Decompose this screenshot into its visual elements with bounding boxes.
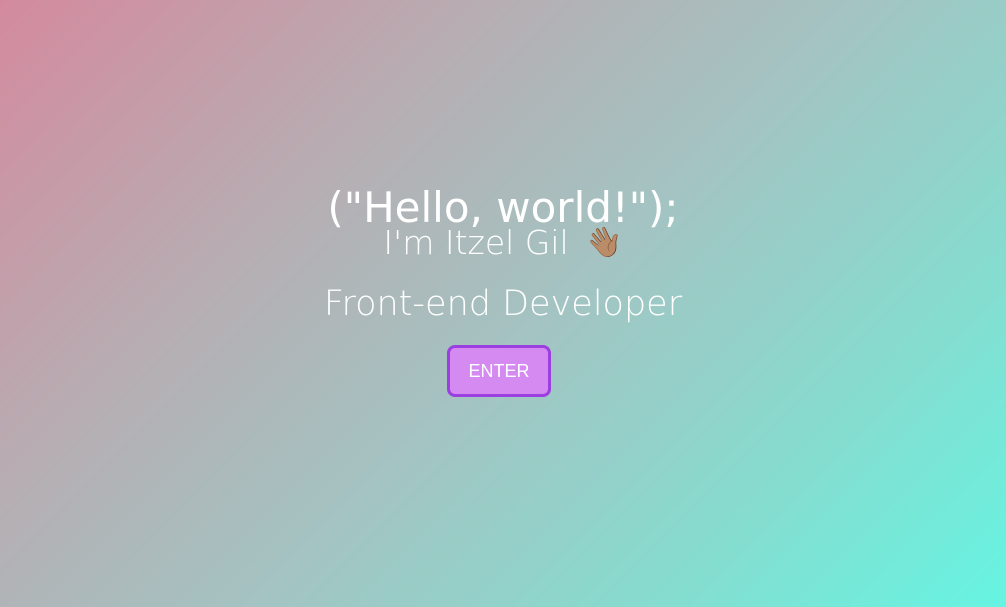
role-title: Front-end Developer — [323, 284, 683, 324]
enter-button[interactable]: ENTER — [447, 345, 551, 397]
waving-hand-icon: 👋🏽 — [585, 225, 623, 260]
intro-name-text: I'm Itzel Gil — [383, 223, 569, 262]
hero-section: ("Hello, world!"); I'm Itzel Gil 👋🏽 Fron… — [0, 0, 1006, 607]
intro-line: I'm Itzel Gil 👋🏽 — [0, 220, 1006, 266]
